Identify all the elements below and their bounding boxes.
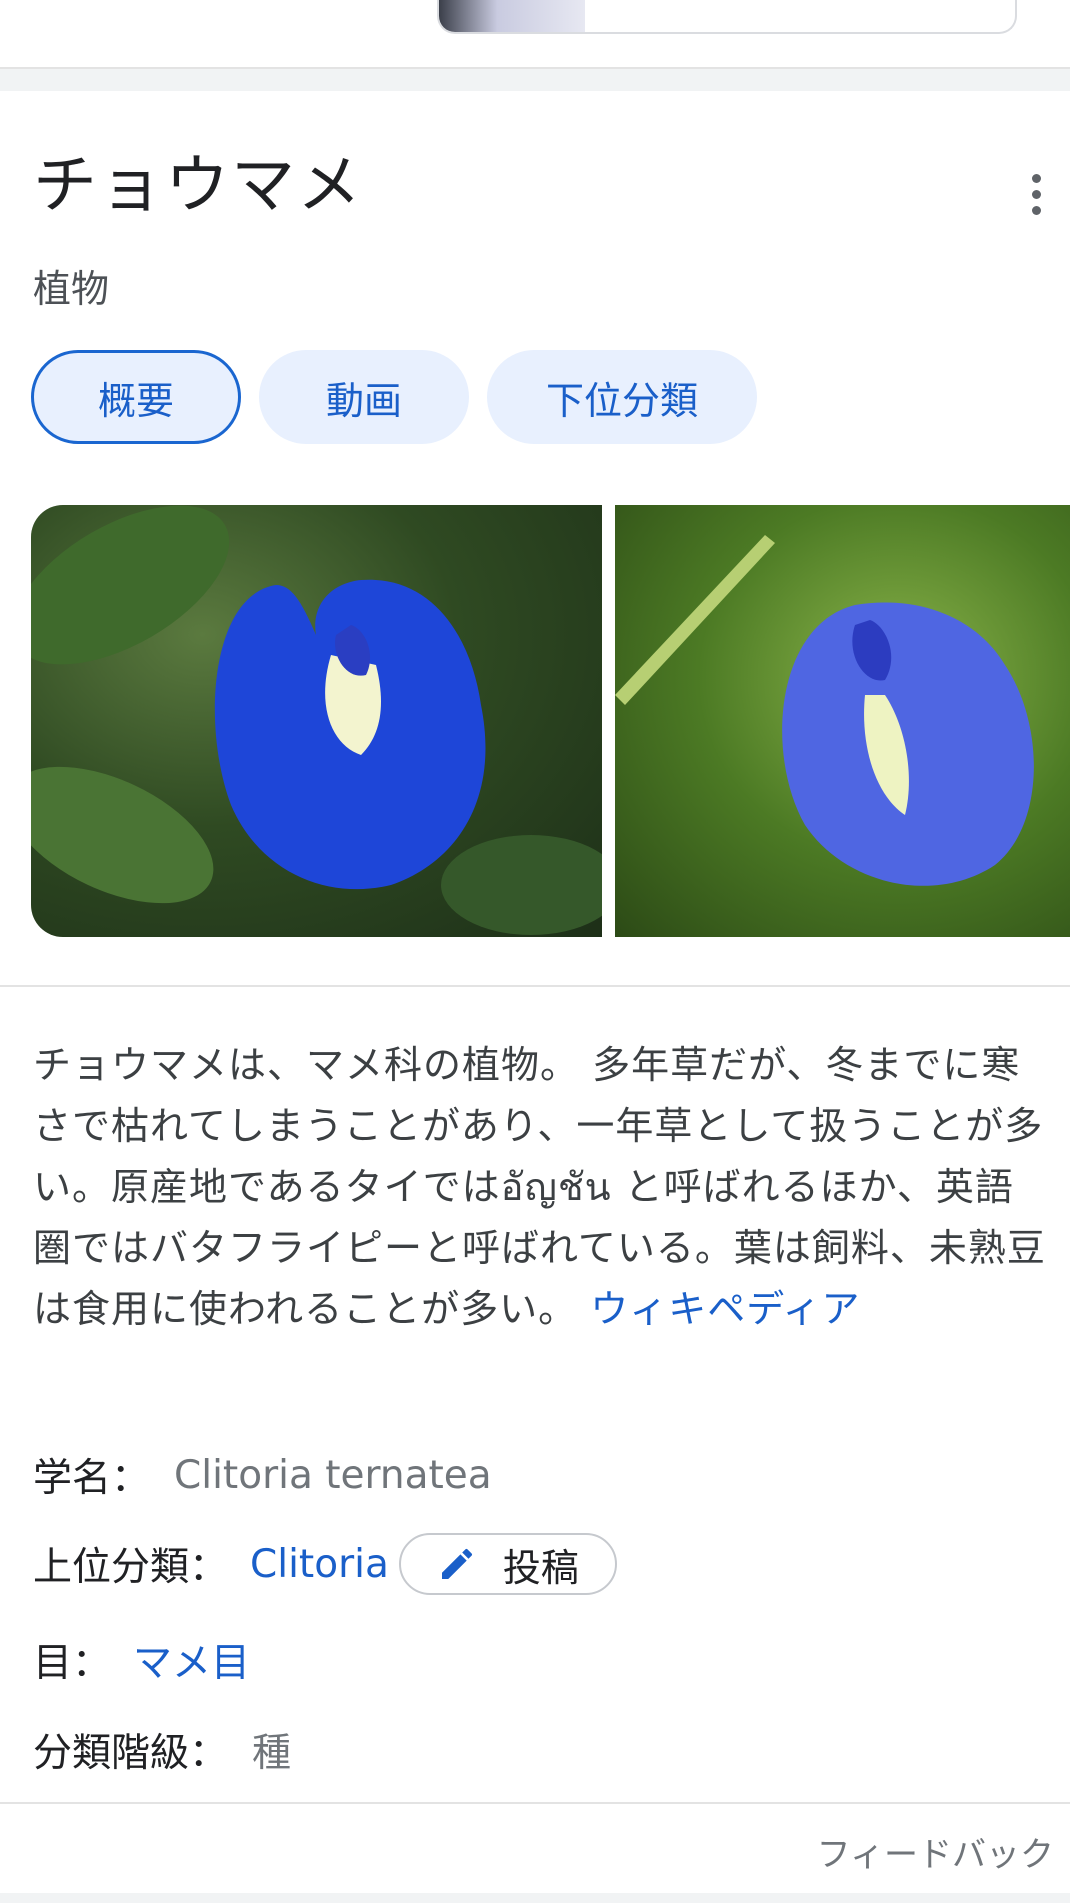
description-text: チョウマメは、マメ科の植物。 多年草だが、冬までに寒さで枯れてしまうことがあり、… (33, 1043, 1046, 1331)
contribute-label: 投稿 (502, 1545, 579, 1590)
previous-result-card[interactable] (437, 0, 1017, 34)
previous-result-thumbnail (439, 0, 585, 32)
description: チョウマメは、マメ科の植物。 多年草だが、冬までに寒さで枯れてしまうことがあり、… (33, 1035, 1048, 1340)
tab-videos[interactable]: 動画 (259, 350, 469, 444)
wikipedia-link[interactable]: ウィキペディア (590, 1287, 860, 1331)
fact-rank: 分類階級： 種 (33, 1722, 291, 1778)
fact-parent-taxon: 上位分類： Clitoria 投稿 (33, 1533, 617, 1595)
entity-title: チョウマメ (33, 149, 363, 223)
parent-taxon-link[interactable]: Clitoria (250, 1542, 389, 1587)
tab-subtaxa[interactable]: 下位分類 (487, 350, 757, 444)
more-vert-icon[interactable] (1010, 168, 1062, 220)
fact-label: 分類階級： (33, 1731, 229, 1776)
flower-image-2[interactable] (615, 505, 1070, 937)
divider (0, 985, 1070, 987)
tab-overview[interactable]: 概要 (31, 350, 241, 444)
divider (0, 1802, 1070, 1804)
fact-value: Clitoria ternatea (174, 1452, 492, 1498)
fact-label: 学名： (33, 1456, 151, 1501)
flower-image-1[interactable] (31, 505, 602, 937)
feedback-link[interactable]: フィードバック (817, 1827, 1054, 1876)
pencil-icon (441, 1548, 472, 1579)
section-separator (0, 69, 1070, 91)
section-separator (0, 1893, 1070, 1903)
fact-value: 種 (252, 1731, 292, 1776)
entity-subtitle: 植物 (33, 267, 110, 311)
fact-scientific-name: 学名： Clitoria ternatea (33, 1447, 492, 1503)
fact-label: 上位分類： (33, 1545, 229, 1590)
fact-label: 目： (33, 1641, 112, 1686)
contribute-button[interactable]: 投稿 (398, 1533, 617, 1595)
tab-bar: 概要 動画 下位分類 (31, 350, 757, 444)
image-carousel[interactable] (31, 505, 1070, 937)
fact-order: 目： マメ目 (33, 1632, 250, 1688)
order-link[interactable]: マメ目 (133, 1632, 250, 1688)
